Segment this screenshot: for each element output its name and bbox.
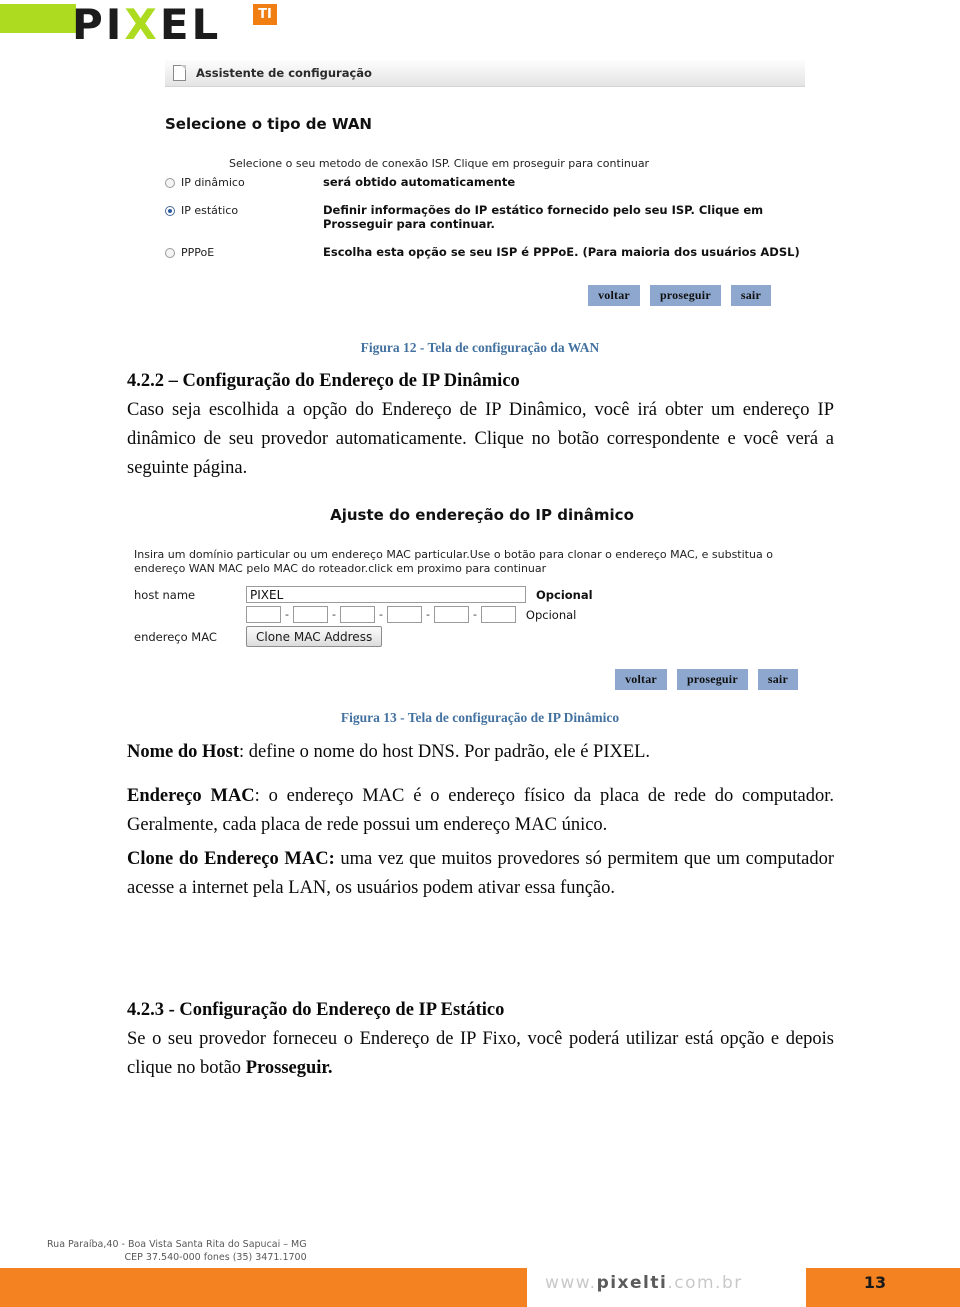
- wan-radio-cell-estatico[interactable]: IP estático: [165, 203, 323, 217]
- host-name-optional-label: Opcional: [536, 587, 593, 602]
- footer-url-brand: pixelti: [596, 1273, 668, 1293]
- mac-segment-5[interactable]: [433, 606, 469, 623]
- definition-clone-term: Clone do Endereço MAC:: [127, 849, 335, 869]
- section-4-2-2-title: 4.2.2 – Configuração do Endereço de IP D…: [127, 371, 520, 391]
- mac-segment-group: - - - - - Opcional: [246, 606, 576, 623]
- section-4-2-3-body-bold: Prosseguir.: [245, 1058, 333, 1078]
- section-4-2-3-body: Se o seu provedor forneceu o Endereço de…: [127, 1029, 834, 1078]
- mac-separator-2: -: [331, 608, 336, 621]
- wan-option-desc-estatico: Definir informações do IP estático forne…: [323, 203, 764, 231]
- footer-website-url: www.pixelti.com.br: [545, 1270, 743, 1296]
- definition-host-term: Nome do Host: [127, 742, 240, 762]
- section-4-2-2-body: Caso seja escolhida a opção do Endereço …: [127, 400, 834, 478]
- figure-caption-13: Figura 13 - Tela de configuração de IP D…: [340, 710, 620, 725]
- host-name-label: host name: [134, 587, 196, 602]
- section-4-2-2: 4.2.2 – Configuração do Endereço de IP D…: [127, 367, 834, 483]
- figure-caption-12: Figura 12 - Tela de configuração da WAN: [360, 340, 600, 355]
- next-button[interactable]: proseguir: [649, 285, 721, 306]
- mac-separator-3: -: [378, 608, 383, 621]
- radio-icon-pppoe[interactable]: [165, 247, 175, 258]
- page-icon: [173, 65, 186, 81]
- next-button-2[interactable]: proseguir: [676, 669, 748, 690]
- mac-separator-1: -: [285, 608, 289, 621]
- mac-segment-2[interactable]: [292, 606, 328, 623]
- wizard-titlebar: Assistente de configuração: [165, 60, 805, 87]
- wan-option-desc-pppoe: Escolha esta opção se seu ISP é PPPoE. (…: [323, 245, 800, 259]
- radio-icon-ip-dinamico[interactable]: [165, 177, 175, 188]
- page-number: 13: [863, 1273, 887, 1292]
- footer-bar-left: [0, 1268, 527, 1307]
- figure-dynamic-ip-screenshot: Ajuste do endereção do IP dinâmico Insir…: [132, 492, 832, 690]
- logo-text-el: EL: [159, 0, 222, 49]
- wan-option-label-pppoe: PPPoE: [181, 246, 215, 259]
- wizard-title: Assistente de configuração: [196, 66, 372, 80]
- wan-option-dinamico[interactable]: IP dinâmico será obtido automaticamente: [165, 175, 805, 189]
- mac-address-optional-label: Opcional: [525, 607, 577, 622]
- footer-address: Rua Paraíba,40 - Boa Vista Santa Rita do…: [47, 1238, 307, 1264]
- definition-clone: Clone do Endereço MAC: uma vez que muito…: [127, 845, 834, 903]
- mac-address-row: endereço MAC - - - - - Opcional Clone MA…: [134, 606, 832, 647]
- wan-option-list: IP dinâmico será obtido automaticamente …: [165, 175, 805, 259]
- mac-segment-3[interactable]: [339, 606, 375, 623]
- section-4-2-3-title: 4.2.3 - Configuração do Endereço de IP E…: [127, 1000, 505, 1020]
- mac-segment-6[interactable]: [480, 606, 516, 623]
- wan-hint: Selecione o seu metodo de conexão ISP. C…: [229, 157, 650, 170]
- mac-segment-4[interactable]: [386, 606, 422, 623]
- footer-address-line1: Rua Paraíba,40 - Boa Vista Santa Rita do…: [47, 1239, 307, 1250]
- wan-radio-cell-dinamico[interactable]: IP dinâmico: [165, 175, 323, 189]
- clone-mac-address-button[interactable]: Clone MAC Address: [246, 626, 383, 647]
- host-name-input[interactable]: [246, 586, 526, 603]
- dynamic-ip-nav-buttons: voltar proseguir sair: [132, 669, 798, 690]
- exit-button-2[interactable]: sair: [757, 669, 798, 690]
- footer-address-line2: CEP 37.540-000 fones (35) 3471.1700: [124, 1252, 307, 1263]
- mac-address-label: endereço MAC: [134, 630, 217, 644]
- logo-text-pi: PI: [72, 0, 125, 49]
- exit-button[interactable]: sair: [730, 285, 771, 306]
- definition-host: Nome do Host: define o nome do host DNS.…: [127, 738, 834, 767]
- figure-wan-screenshot: Assistente de configuração Selecione o t…: [165, 60, 805, 306]
- back-button-2[interactable]: voltar: [615, 669, 667, 690]
- logo-ti-badge: TI: [253, 4, 277, 25]
- back-button[interactable]: voltar: [588, 285, 640, 306]
- mac-address-controls: - - - - - Opcional Clone MAC Address: [246, 606, 576, 647]
- mac-separator-4: -: [425, 608, 430, 621]
- wan-nav-buttons: voltar proseguir sair: [165, 285, 771, 306]
- host-name-row: host name Opcional: [134, 586, 832, 603]
- dynamic-ip-hint: Insira um domínio particular ou um ender…: [134, 548, 773, 575]
- wan-radio-cell-pppoe[interactable]: PPPoE: [165, 245, 323, 259]
- brand-logo: PIXEL TI: [0, 0, 330, 58]
- definition-mac: Endereço MAC: o endereço MAC é o endereç…: [127, 782, 834, 840]
- wan-option-pppoe[interactable]: PPPoE Escolha esta opção se seu ISP é PP…: [165, 245, 805, 259]
- dynamic-ip-form: host name Opcional endereço MAC - - - - …: [134, 586, 832, 647]
- wan-option-label-dinamico: IP dinâmico: [181, 176, 245, 189]
- definition-host-text: : define o nome do host DNS. Por padrão,…: [239, 742, 651, 762]
- radio-icon-ip-estatico[interactable]: [165, 205, 175, 216]
- wan-option-label-estatico: IP estático: [181, 204, 239, 217]
- wan-heading: Selecione o tipo de WAN: [165, 115, 372, 133]
- wan-option-estatico[interactable]: IP estático Definir informações do IP es…: [165, 203, 805, 231]
- footer-url-suffix: .com.br: [667, 1273, 743, 1293]
- mac-separator-5: -: [472, 608, 477, 621]
- logo-green-bar: [0, 4, 76, 33]
- logo-wordmark: PIXEL: [72, 2, 221, 48]
- definition-mac-term: Endereço MAC: [127, 786, 255, 806]
- footer-url-prefix: www.: [545, 1273, 597, 1293]
- section-4-2-3: 4.2.3 - Configuração do Endereço de IP E…: [127, 996, 834, 1083]
- mac-segment-1[interactable]: [246, 606, 281, 623]
- dynamic-ip-heading: Ajuste do endereção do IP dinâmico: [330, 506, 634, 524]
- wan-option-desc-dinamico: será obtido automaticamente: [323, 175, 516, 189]
- logo-text-x: X: [124, 0, 160, 49]
